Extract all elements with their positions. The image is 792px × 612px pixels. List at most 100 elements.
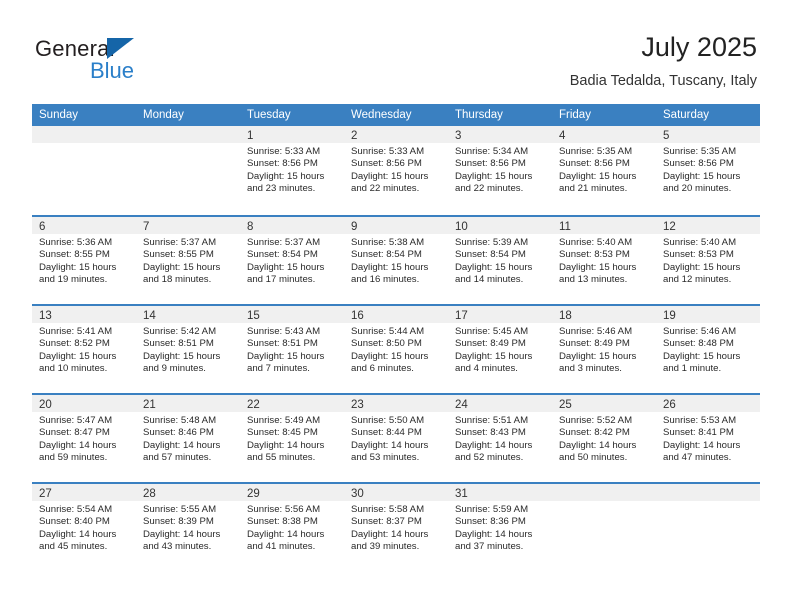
sunset-text: Sunset: 8:54 PM xyxy=(351,249,422,261)
sunrise-text: Sunrise: 5:56 AM xyxy=(247,504,321,515)
day-cell[interactable]: 27 Sunrise: 5:54 AM Sunset: 8:40 PM Dayl… xyxy=(32,484,136,571)
day-number: 2 xyxy=(351,130,358,142)
sunrise-text: Sunrise: 5:40 AM xyxy=(559,237,633,248)
calendar-page: General Blue July 2025 Badia Tedalda, Tu… xyxy=(0,0,792,612)
weekday-header-saturday: Saturday xyxy=(663,109,710,121)
day-number: 25 xyxy=(559,399,572,411)
day-cell[interactable]: 24 Sunrise: 5:51 AM Sunset: 8:43 PM Dayl… xyxy=(448,395,552,482)
sunset-text: Sunset: 8:50 PM xyxy=(351,338,422,350)
day-cell[interactable]: 31 Sunrise: 5:59 AM Sunset: 8:36 PM Dayl… xyxy=(448,484,552,571)
day-number-band: 18 xyxy=(552,306,656,323)
day-number: 20 xyxy=(39,399,52,411)
day-cell[interactable]: 30 Sunrise: 5:58 AM Sunset: 8:37 PM Dayl… xyxy=(344,484,448,571)
day-cell[interactable]: 29 Sunrise: 5:56 AM Sunset: 8:38 PM Dayl… xyxy=(240,484,344,571)
sunrise-text: Sunrise: 5:45 AM xyxy=(455,326,529,337)
sunrise-text: Sunrise: 5:50 AM xyxy=(351,415,425,426)
day-number-band: 1 xyxy=(240,126,344,143)
day-details xyxy=(656,501,760,504)
sunset-text: Sunset: 8:49 PM xyxy=(455,338,526,350)
daylight-text: Daylight: 15 hours and 18 minutes. xyxy=(143,261,221,286)
day-number: 27 xyxy=(39,488,52,500)
day-cell[interactable]: 13 Sunrise: 5:41 AM Sunset: 8:52 PM Dayl… xyxy=(32,306,136,393)
page-subtitle: Badia Tedalda, Tuscany, Italy xyxy=(569,73,757,89)
daylight-text: Daylight: 15 hours and 10 minutes. xyxy=(39,350,117,375)
day-number: 7 xyxy=(143,221,150,233)
day-number-band xyxy=(656,484,760,501)
day-cell[interactable]: 20 Sunrise: 5:47 AM Sunset: 8:47 PM Dayl… xyxy=(32,395,136,482)
sunset-text: Sunset: 8:55 PM xyxy=(39,249,110,261)
sunset-text: Sunset: 8:52 PM xyxy=(39,338,110,350)
day-cell[interactable]: 12 Sunrise: 5:40 AM Sunset: 8:53 PM Dayl… xyxy=(656,217,760,304)
sunrise-text: Sunrise: 5:38 AM xyxy=(351,237,425,248)
day-details: Sunrise: 5:55 AM Sunset: 8:39 PM Dayligh… xyxy=(136,501,240,554)
daylight-text: Daylight: 15 hours and 14 minutes. xyxy=(455,261,533,286)
sunrise-text: Sunrise: 5:36 AM xyxy=(39,237,113,248)
day-cell[interactable]: 10 Sunrise: 5:39 AM Sunset: 8:54 PM Dayl… xyxy=(448,217,552,304)
day-details: Sunrise: 5:52 AM Sunset: 8:42 PM Dayligh… xyxy=(552,412,656,465)
day-number-band: 15 xyxy=(240,306,344,323)
day-number-band: 23 xyxy=(344,395,448,412)
weekday-header-tuesday: Tuesday xyxy=(247,109,291,121)
day-cell[interactable]: 11 Sunrise: 5:40 AM Sunset: 8:53 PM Dayl… xyxy=(552,217,656,304)
day-number: 16 xyxy=(351,310,364,322)
sunrise-text: Sunrise: 5:58 AM xyxy=(351,504,425,515)
day-number-band: 2 xyxy=(344,126,448,143)
day-number: 17 xyxy=(455,310,468,322)
day-cell[interactable]: 18 Sunrise: 5:46 AM Sunset: 8:49 PM Dayl… xyxy=(552,306,656,393)
day-cell[interactable]: 15 Sunrise: 5:43 AM Sunset: 8:51 PM Dayl… xyxy=(240,306,344,393)
sunrise-text: Sunrise: 5:49 AM xyxy=(247,415,321,426)
day-number: 31 xyxy=(455,488,468,500)
day-cell[interactable]: 4 Sunrise: 5:35 AM Sunset: 8:56 PM Dayli… xyxy=(552,126,656,215)
day-number: 13 xyxy=(39,310,52,322)
sunrise-text: Sunrise: 5:33 AM xyxy=(351,146,425,157)
day-cell[interactable]: 9 Sunrise: 5:38 AM Sunset: 8:54 PM Dayli… xyxy=(344,217,448,304)
day-cell[interactable]: 1 Sunrise: 5:33 AM Sunset: 8:56 PM Dayli… xyxy=(240,126,344,215)
day-cell[interactable]: 2 Sunrise: 5:33 AM Sunset: 8:56 PM Dayli… xyxy=(344,126,448,215)
sunset-text: Sunset: 8:36 PM xyxy=(455,516,526,528)
sunset-text: Sunset: 8:51 PM xyxy=(143,338,214,350)
day-cell[interactable]: 6 Sunrise: 5:36 AM Sunset: 8:55 PM Dayli… xyxy=(32,217,136,304)
sunset-text: Sunset: 8:42 PM xyxy=(559,427,630,439)
day-number: 26 xyxy=(663,399,676,411)
sunrise-text: Sunrise: 5:52 AM xyxy=(559,415,633,426)
daylight-text: Daylight: 14 hours and 41 minutes. xyxy=(247,528,325,553)
day-cell[interactable]: 16 Sunrise: 5:44 AM Sunset: 8:50 PM Dayl… xyxy=(344,306,448,393)
day-cell[interactable]: 22 Sunrise: 5:49 AM Sunset: 8:45 PM Dayl… xyxy=(240,395,344,482)
daylight-text: Daylight: 14 hours and 45 minutes. xyxy=(39,528,117,553)
day-cell[interactable]: 3 Sunrise: 5:34 AM Sunset: 8:56 PM Dayli… xyxy=(448,126,552,215)
day-number-band xyxy=(136,126,240,143)
day-details: Sunrise: 5:46 AM Sunset: 8:49 PM Dayligh… xyxy=(552,323,656,376)
sunset-text: Sunset: 8:56 PM xyxy=(247,158,318,170)
day-cell[interactable]: 26 Sunrise: 5:53 AM Sunset: 8:41 PM Dayl… xyxy=(656,395,760,482)
daylight-text: Daylight: 15 hours and 16 minutes. xyxy=(351,261,429,286)
day-cell[interactable]: 19 Sunrise: 5:46 AM Sunset: 8:48 PM Dayl… xyxy=(656,306,760,393)
sunrise-text: Sunrise: 5:42 AM xyxy=(143,326,217,337)
sunrise-text: Sunrise: 5:43 AM xyxy=(247,326,321,337)
day-cell[interactable]: 23 Sunrise: 5:50 AM Sunset: 8:44 PM Dayl… xyxy=(344,395,448,482)
daylight-text: Daylight: 15 hours and 21 minutes. xyxy=(559,170,637,195)
day-cell[interactable]: 8 Sunrise: 5:37 AM Sunset: 8:54 PM Dayli… xyxy=(240,217,344,304)
day-cell[interactable]: 21 Sunrise: 5:48 AM Sunset: 8:46 PM Dayl… xyxy=(136,395,240,482)
day-details xyxy=(136,143,240,146)
day-details: Sunrise: 5:42 AM Sunset: 8:51 PM Dayligh… xyxy=(136,323,240,376)
daylight-text: Daylight: 15 hours and 23 minutes. xyxy=(247,170,325,195)
sunset-text: Sunset: 8:56 PM xyxy=(559,158,630,170)
daylight-text: Daylight: 15 hours and 17 minutes. xyxy=(247,261,325,286)
day-cell[interactable]: 5 Sunrise: 5:35 AM Sunset: 8:56 PM Dayli… xyxy=(656,126,760,215)
daylight-text: Daylight: 15 hours and 1 minute. xyxy=(663,350,741,375)
sunrise-text: Sunrise: 5:35 AM xyxy=(559,146,633,157)
day-cell[interactable]: 25 Sunrise: 5:52 AM Sunset: 8:42 PM Dayl… xyxy=(552,395,656,482)
day-cell[interactable]: 17 Sunrise: 5:45 AM Sunset: 8:49 PM Dayl… xyxy=(448,306,552,393)
daylight-text: Daylight: 15 hours and 3 minutes. xyxy=(559,350,637,375)
day-cell[interactable]: 14 Sunrise: 5:42 AM Sunset: 8:51 PM Dayl… xyxy=(136,306,240,393)
general-blue-logo[interactable]: General Blue xyxy=(35,36,235,86)
day-number-band: 22 xyxy=(240,395,344,412)
sunrise-text: Sunrise: 5:59 AM xyxy=(455,504,529,515)
day-cell[interactable]: 28 Sunrise: 5:55 AM Sunset: 8:39 PM Dayl… xyxy=(136,484,240,571)
day-cell[interactable]: 7 Sunrise: 5:37 AM Sunset: 8:55 PM Dayli… xyxy=(136,217,240,304)
day-number-band: 8 xyxy=(240,217,344,234)
sunrise-text: Sunrise: 5:39 AM xyxy=(455,237,529,248)
sunset-text: Sunset: 8:56 PM xyxy=(455,158,526,170)
daylight-text: Daylight: 15 hours and 20 minutes. xyxy=(663,170,741,195)
day-cell xyxy=(136,126,240,215)
